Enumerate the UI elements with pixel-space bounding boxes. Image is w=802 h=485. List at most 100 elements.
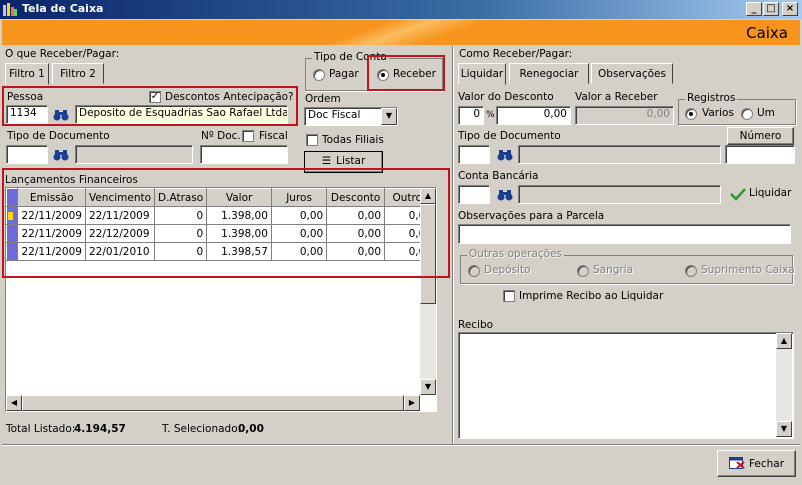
varios-radio[interactable] [685, 108, 697, 120]
grid-horizontal-scrollbar[interactable]: ◀ ▶ [6, 395, 420, 411]
pct-desconto-input[interactable]: 0 [458, 106, 484, 125]
sangria-radio[interactable] [577, 265, 589, 277]
table-row[interactable]: 22/11/2009 22/01/2010 0 1.398,57 0,00 0,… [5, 242, 436, 261]
fechar-label: Fechar [748, 458, 785, 470]
numero-input[interactable] [725, 145, 795, 164]
obs-parcela-input[interactable] [458, 224, 791, 244]
cell-datraso: 0 [154, 242, 208, 261]
ordem-select[interactable]: Doc Fiscal ▼ [304, 107, 398, 126]
col-juros[interactable]: Juros [270, 188, 328, 207]
table-row[interactable]: 22/11/2009 22/11/2009 0 1.398,00 0,00 0,… [5, 206, 436, 225]
title-bar: Tela de Caixa _ □ × [0, 0, 802, 19]
cell-desconto: 0,00 [326, 242, 386, 261]
recibo-label: Recibo [458, 319, 494, 331]
pessoa-code-input[interactable]: 1134 [6, 105, 48, 124]
panel-divider [452, 46, 454, 444]
col-desconto[interactable]: Desconto [326, 188, 386, 207]
recibo-textarea[interactable]: ▲ ▼ [458, 332, 794, 439]
tab-observacoes[interactable]: Observações [591, 63, 673, 84]
lancamentos-label: Lançamentos Financeiros [5, 174, 138, 186]
chevron-down-icon[interactable]: ▼ [381, 108, 397, 125]
hscroll-thumb[interactable] [22, 395, 404, 411]
varios-label: Varios [702, 107, 734, 119]
cell-juros: 0,00 [271, 224, 328, 243]
conta-bancaria-input[interactable] [458, 185, 490, 204]
maximize-button[interactable]: □ [763, 2, 779, 16]
tab-liquidar[interactable]: Liquidar [458, 63, 506, 85]
col-valor[interactable]: Valor [206, 188, 272, 207]
checkmark-icon [730, 188, 746, 201]
obs-parcela-label: Observações para a Parcela [458, 210, 605, 222]
tab-renegociar[interactable]: Renegociar [509, 63, 589, 84]
receber-radio[interactable] [377, 69, 389, 81]
valor-desconto-input[interactable]: 0,00 [496, 106, 571, 125]
scroll-up-icon[interactable]: ▲ [420, 188, 436, 204]
col-vencimento[interactable]: Vencimento [84, 188, 156, 207]
fiscal-label: Fiscal [259, 130, 288, 142]
tipo-documento-desc [75, 145, 193, 164]
minimize-button[interactable]: _ [746, 2, 762, 16]
scroll-left-icon[interactable]: ◀ [6, 395, 22, 411]
cell-datraso: 0 [154, 224, 208, 243]
num-doc-input[interactable] [200, 145, 288, 164]
binoculars-icon[interactable] [53, 148, 69, 162]
tipo-documento-input[interactable] [6, 145, 48, 164]
grid-vertical-scrollbar[interactable]: ▲ ▼ [420, 188, 436, 395]
outras-operacoes-label: Outras operações [467, 248, 565, 260]
scroll-down-icon[interactable]: ▼ [420, 379, 436, 395]
num-doc-label: Nº Doc. [201, 130, 241, 142]
scroll-down-icon[interactable]: ▼ [776, 421, 792, 437]
suprimento-radio[interactable] [685, 265, 697, 277]
registros-label: Registros [685, 92, 738, 104]
cell-valor: 1.398,00 [206, 206, 272, 225]
tipo-documento-right-input[interactable] [458, 145, 490, 164]
total-listado-value: 4.194,57 [74, 423, 126, 435]
close-button[interactable]: × [782, 2, 798, 16]
pessoa-name-field[interactable]: Deposito de Esquadrias Sao Rafael Ltda [75, 105, 288, 124]
row-indicator-header [5, 188, 19, 207]
tab-filtro-1[interactable]: Filtro 1 [5, 63, 49, 85]
binoculars-icon[interactable] [497, 148, 513, 162]
close-window-icon [728, 457, 745, 469]
cell-desconto: 0,00 [326, 224, 386, 243]
liquidar-action-label[interactable]: Liquidar [749, 187, 791, 199]
listar-button[interactable]: ☰ Listar [304, 151, 383, 173]
col-datraso[interactable]: D.Atraso [154, 188, 208, 207]
tipo-documento-label: Tipo de Documento [7, 130, 110, 142]
ordem-value: Doc Fiscal [308, 109, 361, 121]
um-radio[interactable] [741, 108, 753, 120]
valor-receber-label: Valor a Receber [575, 91, 658, 103]
um-label: Um [757, 107, 775, 119]
binoculars-icon[interactable] [497, 188, 513, 202]
deposito-radio[interactable] [468, 265, 480, 277]
suprimento-label: Suprimento Caixa [701, 264, 795, 276]
lancamentos-grid[interactable]: Emissão Vencimento D.Atraso Valor Juros … [5, 187, 437, 412]
recibo-scrollbar[interactable]: ▲ ▼ [776, 333, 792, 437]
window-title: Tela de Caixa [22, 2, 104, 15]
scroll-thumb[interactable] [420, 204, 436, 304]
scroll-up-icon[interactable]: ▲ [776, 333, 792, 349]
fiscal-checkbox[interactable] [242, 130, 254, 142]
scroll-right-icon[interactable]: ▶ [404, 395, 420, 411]
imprime-recibo-checkbox[interactable] [503, 290, 515, 302]
como-receber-label: Como Receber/Pagar: [459, 48, 573, 60]
list-icon: ☰ [321, 155, 332, 167]
todas-filiais-checkbox[interactable] [306, 134, 318, 146]
conta-bancaria-desc [518, 185, 721, 204]
app-icon [3, 3, 17, 16]
tipo-documento-right-label: Tipo de Documento [458, 130, 561, 142]
pagar-radio[interactable] [313, 69, 325, 81]
fechar-button[interactable]: Fechar [717, 450, 796, 477]
cell-valor: 1.398,57 [206, 242, 272, 261]
total-selecionado-value: 0,00 [238, 423, 264, 435]
table-row[interactable]: 22/11/2009 22/12/2009 0 1.398,00 0,00 0,… [5, 224, 436, 243]
conta-bancaria-label: Conta Bancária [458, 170, 539, 182]
numero-button[interactable]: Número [727, 127, 794, 145]
tab-filtro-2[interactable]: Filtro 2 [52, 63, 104, 84]
cell-desconto: 0,00 [326, 206, 386, 225]
binoculars-icon[interactable] [53, 108, 69, 122]
descontos-checkbox[interactable]: ✓ [149, 91, 161, 103]
cell-emissao: 22/11/2009 [17, 224, 86, 243]
cell-emissao: 22/11/2009 [17, 206, 86, 225]
col-emissao[interactable]: Emissão [17, 188, 86, 207]
